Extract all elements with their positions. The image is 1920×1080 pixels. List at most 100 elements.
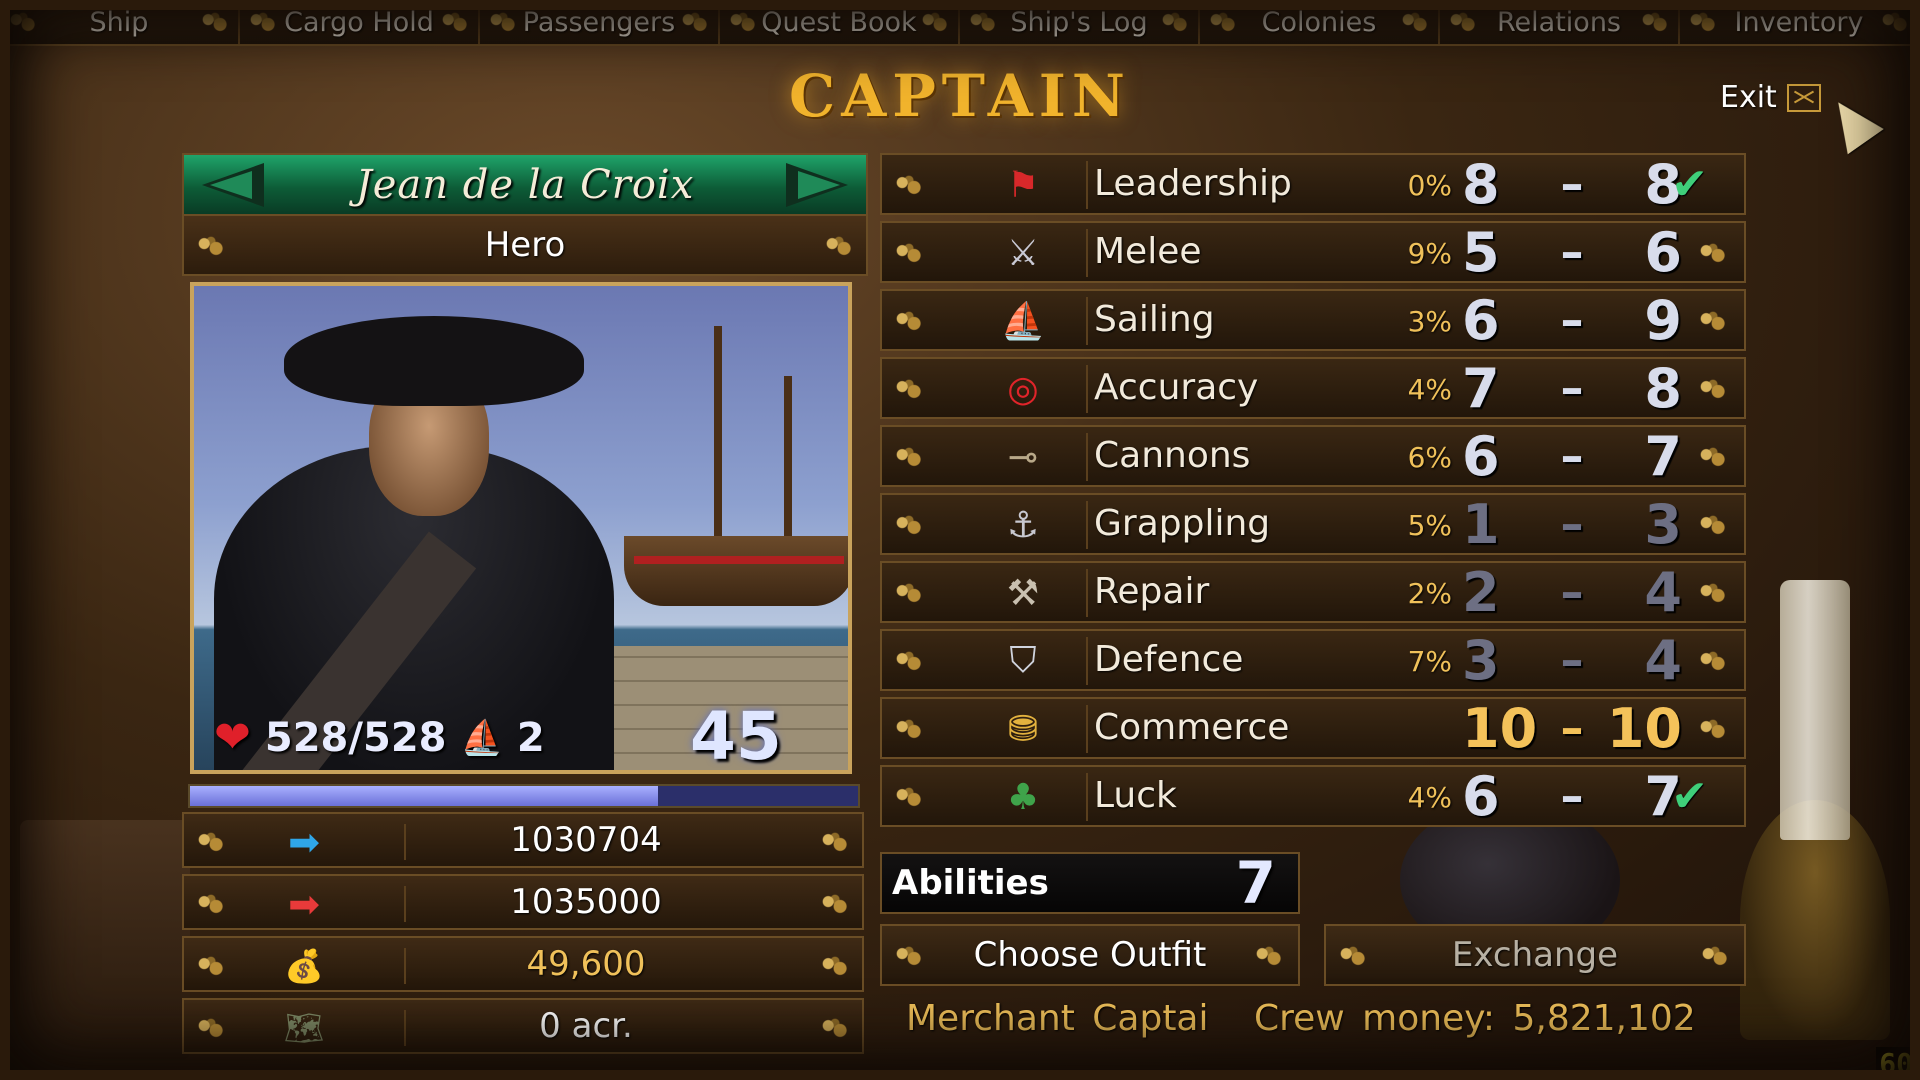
ornament-icon: [918, 10, 952, 34]
ornament-icon: [1878, 10, 1912, 34]
abilities-box[interactable]: Abilities 7: [880, 849, 1300, 917]
skill-row-luck[interactable]: ♣ Luck 4% 6–7 ✔: [880, 765, 1746, 828]
ornament-icon: [1698, 944, 1732, 968]
ship-mast: [784, 376, 792, 556]
skill-row-melee[interactable]: ⚔ Melee 9% 5 – 6: [880, 221, 1746, 284]
skill-row-grappling[interactable]: ⚓ Grappling 5% 1 – 3: [880, 492, 1746, 556]
skill-progress-percent: 4%: [1407, 781, 1452, 814]
crew-money-text: Crew money: 5,821,102: [1254, 998, 1696, 1039]
ornament-icon: [1696, 513, 1730, 537]
tab-label: Relations: [1497, 6, 1621, 38]
checkmark-icon: ✔: [1671, 771, 1708, 822]
exit-button[interactable]: Exit: [1720, 80, 1821, 115]
skill-name: Sailing: [1094, 299, 1215, 340]
ornament-icon: [194, 234, 228, 258]
choose-outfit-button[interactable]: Choose Outfit: [880, 924, 1300, 986]
character-vitals: ❤ 528/528 ⛵ 2: [214, 712, 545, 763]
character-rank: Hero: [484, 225, 566, 265]
checkmark-icon: ✔: [1671, 159, 1708, 210]
tab-label: Quest Book: [761, 6, 917, 38]
ornament-icon: [892, 649, 926, 673]
skill-row-repair[interactable]: ⚒ Repair 2% 2 – 4: [880, 560, 1746, 624]
tab-label: Ship's Log: [1010, 6, 1148, 38]
ornament-icon: [1398, 10, 1432, 34]
skill-base-value: 2: [1462, 560, 1500, 624]
money-value: 49,600: [526, 944, 646, 984]
ornament-icon: [1446, 10, 1480, 34]
shield-icon: ⛉: [960, 637, 1088, 685]
fps-counter: 60: [1876, 1047, 1916, 1080]
tab-relations[interactable]: Relations: [1440, 0, 1680, 44]
ornament-icon: [892, 717, 926, 741]
footer-info: Merchant Captai Crew money: 5,821,102: [906, 998, 1696, 1039]
ornament-icon: [246, 10, 280, 34]
skill-dash: –: [1560, 225, 1584, 279]
skill-values: 3 – 4: [1462, 628, 1682, 692]
clover-icon: ♣: [960, 773, 1088, 821]
skill-dash: –: [1560, 565, 1584, 619]
skill-name: Luck: [1094, 775, 1177, 816]
ornament-icon: [1696, 241, 1730, 265]
profession-text: Merchant Captai: [906, 998, 1209, 1039]
ornament-icon: [818, 830, 852, 854]
health-value: 528/528: [264, 714, 447, 761]
ornament-icon: [892, 944, 926, 968]
close-icon: [1786, 83, 1821, 112]
skill-base-value: 1: [1462, 492, 1500, 556]
ornament-icon: [892, 581, 926, 605]
skill-base-value: 6: [1462, 424, 1500, 488]
skill-dash: –: [1560, 497, 1584, 551]
ornament-icon: [726, 10, 760, 34]
ornament-icon: [486, 10, 520, 34]
repair-tools-icon: ⚒: [960, 569, 1088, 617]
background-books: [20, 820, 190, 1060]
skill-total-value: 4: [1644, 628, 1682, 692]
previous-character-arrow-icon[interactable]: [202, 163, 264, 207]
ship-hull: [624, 536, 848, 606]
ornament-icon: [818, 1016, 852, 1040]
tab-colonies[interactable]: Colonies: [1200, 0, 1440, 44]
ornament-icon: [1336, 944, 1370, 968]
abilities-count: 7: [1235, 849, 1276, 917]
next-character-arrow-icon[interactable]: [786, 163, 848, 207]
skill-name: Cannons: [1094, 435, 1251, 476]
ornament-icon: [822, 234, 856, 258]
tab-inventory[interactable]: Inventory: [1680, 0, 1920, 44]
tab-ships-log[interactable]: Ship's Log: [960, 0, 1200, 44]
tab-passengers[interactable]: Passengers: [480, 0, 720, 44]
skill-name: Accuracy: [1094, 367, 1259, 408]
tab-label: Cargo Hold: [284, 6, 434, 38]
ornament-icon: [892, 173, 926, 197]
skill-dash: –: [1560, 701, 1584, 755]
skill-row-commerce[interactable]: ⛃ Commerce 10–10: [880, 697, 1746, 760]
skill-values: 8–8: [1462, 153, 1682, 216]
skill-progress-percent: 2%: [1407, 577, 1452, 610]
skill-progress-percent: 6%: [1407, 441, 1452, 474]
skill-row-cannons[interactable]: ⊸ Cannons 6% 6 – 7: [880, 424, 1746, 488]
crossed-swords-icon: ⚔: [960, 229, 1088, 277]
ornament-icon: [1252, 944, 1286, 968]
exchange-button[interactable]: Exchange: [1324, 924, 1746, 986]
skill-row-sailing[interactable]: ⛵ Sailing 3% 6 – 9: [880, 289, 1746, 352]
ornament-icon: [1696, 581, 1730, 605]
skill-row-defence[interactable]: ⛉ Defence 7% 3 – 4: [880, 628, 1746, 692]
page-title: CAPTAIN: [789, 62, 1131, 130]
skill-dash: –: [1560, 633, 1584, 687]
skill-values: 10–10: [1462, 697, 1682, 760]
choose-outfit-label: Choose Outfit: [973, 935, 1207, 975]
tab-ship[interactable]: Ship: [0, 0, 240, 44]
ornament-icon: [892, 785, 926, 809]
skill-row-accuracy[interactable]: ◎ Accuracy 4% 7 – 8: [880, 357, 1746, 420]
ornament-icon: [892, 513, 926, 537]
tab-quest-book[interactable]: Quest Book: [720, 0, 960, 44]
tab-cargo-hold[interactable]: Cargo Hold: [240, 0, 480, 44]
skill-total-value: 7: [1644, 424, 1682, 488]
skill-name: Melee: [1094, 231, 1202, 272]
skill-total-value: 3: [1644, 492, 1682, 556]
ornament-icon: [1696, 309, 1730, 333]
ornament-icon: [1638, 10, 1672, 34]
skill-row-leadership[interactable]: ⚑ Leadership 0% 8–8 ✔: [880, 153, 1746, 216]
skill-name: Defence: [1094, 639, 1244, 680]
ornament-icon: [438, 10, 472, 34]
skill-progress-percent: 3%: [1407, 305, 1452, 338]
